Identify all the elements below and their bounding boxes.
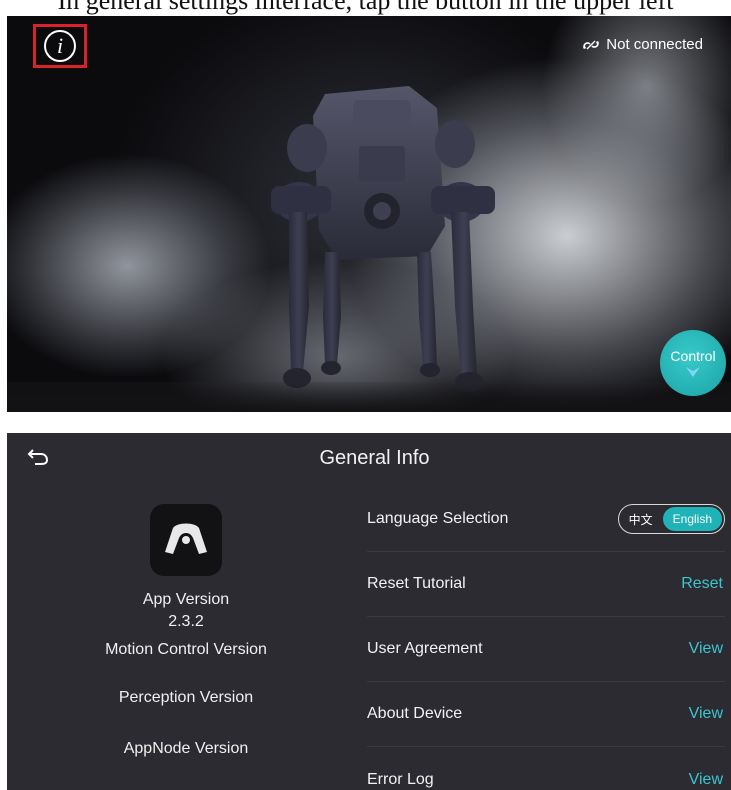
robot-dog-image: [271, 86, 495, 392]
app-logo-mark: [165, 523, 207, 554]
general-info-screen: General Info App Version 2.3.2 Motion Co…: [7, 433, 731, 790]
motion-control-version-label: Motion Control Version: [105, 641, 267, 658]
control-button-label: Control: [670, 348, 716, 364]
setting-label: Language Selection: [367, 510, 509, 527]
setting-label: Error Log: [367, 770, 434, 788]
language-option-chinese[interactable]: 中文: [621, 511, 661, 528]
floor: [7, 382, 731, 412]
view-user-agreement-button[interactable]: View: [689, 640, 725, 658]
robot-hero-screen: i Not connected Control: [7, 16, 731, 412]
setting-row-error-log: Error Log View: [367, 747, 725, 790]
setting-label: About Device: [367, 705, 463, 722]
language-option-english[interactable]: English: [662, 507, 722, 531]
reset-tutorial-button[interactable]: Reset: [681, 575, 725, 593]
setting-row-about-device: About Device View: [367, 682, 725, 747]
app-logo-icon: [150, 504, 222, 576]
document-caption: In general settings interface, tap the b…: [57, 0, 674, 15]
link-icon: [583, 40, 600, 49]
settings-list: Language Selection 中文 English Reset Tuto…: [367, 487, 725, 790]
view-error-log-button[interactable]: View: [689, 771, 725, 789]
view-about-device-button[interactable]: View: [689, 705, 725, 723]
language-toggle[interactable]: 中文 English: [617, 504, 725, 534]
chevron-down-icon: [686, 367, 700, 377]
version-info: App Version 2.3.2 Motion Control Version…: [7, 433, 357, 790]
setting-row-reset-tutorial: Reset Tutorial Reset: [367, 552, 725, 617]
setting-label: Reset Tutorial: [367, 575, 466, 592]
perception-version-label: Perception Version: [118, 689, 254, 706]
setting-label: User Agreement: [367, 640, 483, 657]
setting-row-user-agreement: User Agreement View: [367, 617, 725, 682]
setting-row-language: Language Selection 中文 English: [367, 487, 725, 552]
info-icon: i: [44, 30, 76, 62]
control-button[interactable]: Control: [660, 330, 726, 396]
info-button[interactable]: i: [33, 24, 87, 68]
connection-status-text: Not connected: [606, 36, 703, 53]
appnode-version-label: AppNode Version: [123, 740, 249, 757]
connection-status: Not connected: [582, 36, 703, 53]
app-version-value: 2.3.2: [168, 613, 204, 630]
app-version-label: App Version: [142, 591, 230, 608]
